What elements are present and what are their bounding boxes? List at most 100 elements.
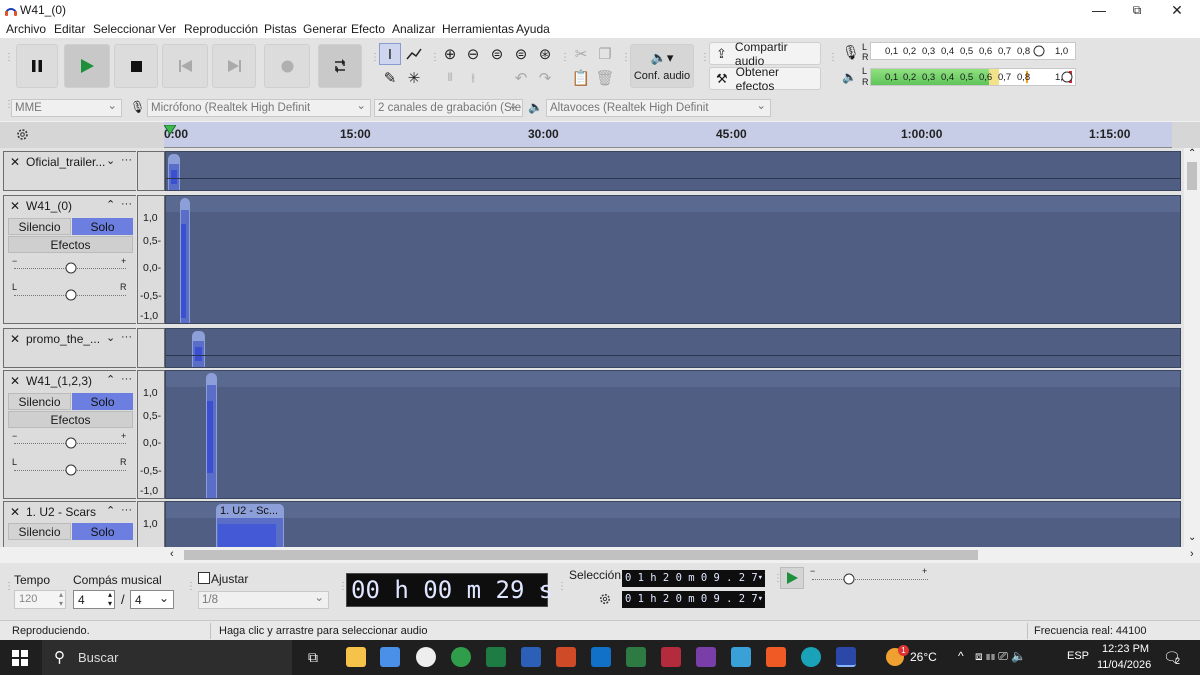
track-menu-icon[interactable]: ··· (121, 331, 132, 343)
track-waveform-area[interactable]: 1. U2 - Sc... (165, 501, 1181, 547)
track-waveform-area[interactable] (165, 195, 1181, 324)
fit-project-icon[interactable]: ⊜ (510, 43, 532, 65)
vertical-scroll-thumb[interactable] (1187, 162, 1197, 190)
gain-slider-knob[interactable] (65, 262, 77, 274)
chevron-up-icon[interactable]: ⌃ (106, 198, 115, 211)
tray-chevron-up-icon[interactable]: ^ (958, 649, 964, 663)
paste-icon[interactable]: 📋 (570, 67, 592, 89)
track-name[interactable]: W41_(1,2,3) (26, 374, 92, 388)
spinner-arrows-icon[interactable]: ▴ ▾ (108, 590, 112, 608)
vertical-scrollbar[interactable]: ⌃ ⌄ (1184, 148, 1200, 547)
time-format-arrow-icon[interactable]: ▾ (758, 591, 763, 608)
snap-checkbox[interactable] (198, 572, 210, 584)
menu-seleccionar[interactable]: Seleccionar (93, 22, 156, 36)
play-button[interactable] (64, 44, 110, 88)
menu-generar[interactable]: Generar (303, 22, 347, 36)
get-effects-button[interactable]: ⚒ Obtener efectos (709, 65, 821, 93)
horizontal-scroll-thumb[interactable] (184, 550, 978, 560)
pause-button[interactable] (16, 44, 58, 88)
menu-ayuda[interactable]: Ayuda (516, 22, 550, 36)
stop-button[interactable] (114, 44, 158, 88)
solo-button[interactable]: Solo (72, 218, 133, 235)
photos-icon[interactable] (731, 647, 751, 667)
delete-icon[interactable]: 🗑 (594, 67, 616, 89)
snap-select[interactable]: 1/8 (198, 591, 329, 609)
scroll-down-icon[interactable]: ⌄ (1188, 532, 1196, 543)
audio-clip[interactable] (168, 154, 180, 190)
menu-efecto[interactable]: Efecto (351, 22, 385, 36)
menu-pistas[interactable]: Pistas (264, 22, 297, 36)
clip-title[interactable]: 1. U2 - Sc... (220, 505, 278, 517)
onenote-icon[interactable] (696, 647, 716, 667)
menu-archivo[interactable]: Archivo (6, 22, 46, 36)
track-waveform-area[interactable] (165, 151, 1181, 191)
track-menu-icon[interactable]: ··· (121, 373, 132, 385)
microphone-icon[interactable]: 🎙 (842, 44, 860, 61)
gear-icon[interactable] (598, 592, 612, 606)
track-name[interactable]: 1. U2 - Scars (26, 505, 96, 519)
scroll-left-icon[interactable]: ‹ (170, 548, 174, 560)
playback-device-select[interactable]: Altavoces (Realtek High Definit (546, 99, 771, 117)
track-name[interactable]: promo_the_... (26, 332, 100, 346)
track-close-icon[interactable]: ✕ (10, 199, 20, 213)
playback-speed-slider[interactable] (812, 579, 928, 580)
meter-slider-knob[interactable] (1061, 71, 1073, 83)
audio-clip[interactable] (180, 198, 190, 323)
tempo-spinner[interactable]: 120 ▴ ▾ (14, 590, 66, 609)
track-waveform-area[interactable] (165, 328, 1181, 368)
time-signature-denominator[interactable]: 4 ⌄ (130, 590, 174, 609)
zoom-toggle-icon[interactable]: ⊛ (534, 43, 556, 65)
skip-start-button[interactable] (162, 44, 208, 88)
menu-reproduccion[interactable]: Reproducción (184, 22, 258, 36)
selection-end-time[interactable]: 0 1 h 2 0 m 0 9 . 2 7 7 s ▾ (622, 591, 765, 608)
playback-speaker-icon[interactable]: 🔈 (842, 70, 857, 84)
redo-icon[interactable]: ↷ (534, 67, 556, 89)
store-icon[interactable] (380, 647, 400, 667)
chevron-down-icon[interactable]: ⌄ (106, 331, 115, 344)
track-menu-icon[interactable]: ··· (121, 198, 132, 210)
toolbar-grip[interactable]: ⋮ (4, 100, 14, 110)
toolbar-grip[interactable]: ⋮ (773, 574, 783, 584)
scroll-right-icon[interactable]: › (1190, 548, 1194, 560)
powerpoint-icon[interactable] (556, 647, 576, 667)
solo-button[interactable]: Solo (72, 523, 133, 540)
trim-audio-icon[interactable]: ⫴ (439, 67, 461, 89)
track-name[interactable]: W41_(0) (26, 199, 72, 213)
toolbar-grip[interactable]: ⋮ (700, 53, 710, 63)
track-close-icon[interactable]: ✕ (10, 155, 20, 169)
audacity-taskbar-icon[interactable] (836, 647, 856, 667)
media-player-icon[interactable] (416, 647, 436, 667)
track-name[interactable]: Oficial_trailer... (26, 155, 105, 169)
zoom-in-icon[interactable]: ⊕ (439, 43, 461, 65)
clock-time[interactable]: 12:23 PM (1102, 643, 1149, 655)
menu-herramientas[interactable]: Herramientas (442, 22, 514, 36)
meter-slider-knob[interactable] (1033, 45, 1045, 57)
track-close-icon[interactable]: ✕ (10, 332, 20, 346)
access-icon[interactable] (661, 647, 681, 667)
menu-analizar[interactable]: Analizar (392, 22, 435, 36)
time-signature-numerator[interactable]: 4 ▴ ▾ (73, 590, 115, 609)
chevron-down-icon[interactable]: ⌄ (106, 154, 115, 167)
input-language[interactable]: ESP (1067, 650, 1089, 662)
track-waveform-area[interactable] (165, 370, 1181, 499)
track-control-panel[interactable]: ✕ Oficial_trailer... ⌄ ··· (3, 151, 136, 191)
time-format-arrow-icon[interactable]: ▾ (539, 574, 545, 606)
recording-device-select[interactable]: Micrófono (Realtek High Definit (147, 99, 371, 117)
task-view-icon[interactable]: ⧉ (308, 649, 318, 666)
word-icon[interactable] (521, 647, 541, 667)
track-close-icon[interactable]: ✕ (10, 505, 20, 519)
mute-button[interactable]: Silencio (8, 218, 71, 235)
excel-icon[interactable] (486, 647, 506, 667)
copy-icon[interactable]: ❐ (594, 43, 616, 65)
toolbar-grip[interactable]: ⋮ (430, 53, 440, 63)
toolbar-grip[interactable]: ⋮ (338, 582, 348, 592)
skip-end-button[interactable] (212, 44, 256, 88)
playback-meter[interactable]: 0,1 0,2 0,3 0,4 0,5 0,6 0,7 0,8 1,0 (870, 68, 1076, 86)
toolbar-grip[interactable]: ⋮ (557, 582, 567, 592)
browser-icon[interactable] (801, 647, 821, 667)
track-control-panel[interactable]: ✕ promo_the_... ⌄ ··· (3, 328, 136, 368)
spinner-arrows-icon[interactable]: ▴ ▾ (59, 590, 63, 608)
toolbar-grip[interactable]: ⋮ (4, 582, 14, 592)
solo-button[interactable]: Solo (72, 393, 133, 410)
playhead-icon[interactable] (164, 125, 176, 137)
